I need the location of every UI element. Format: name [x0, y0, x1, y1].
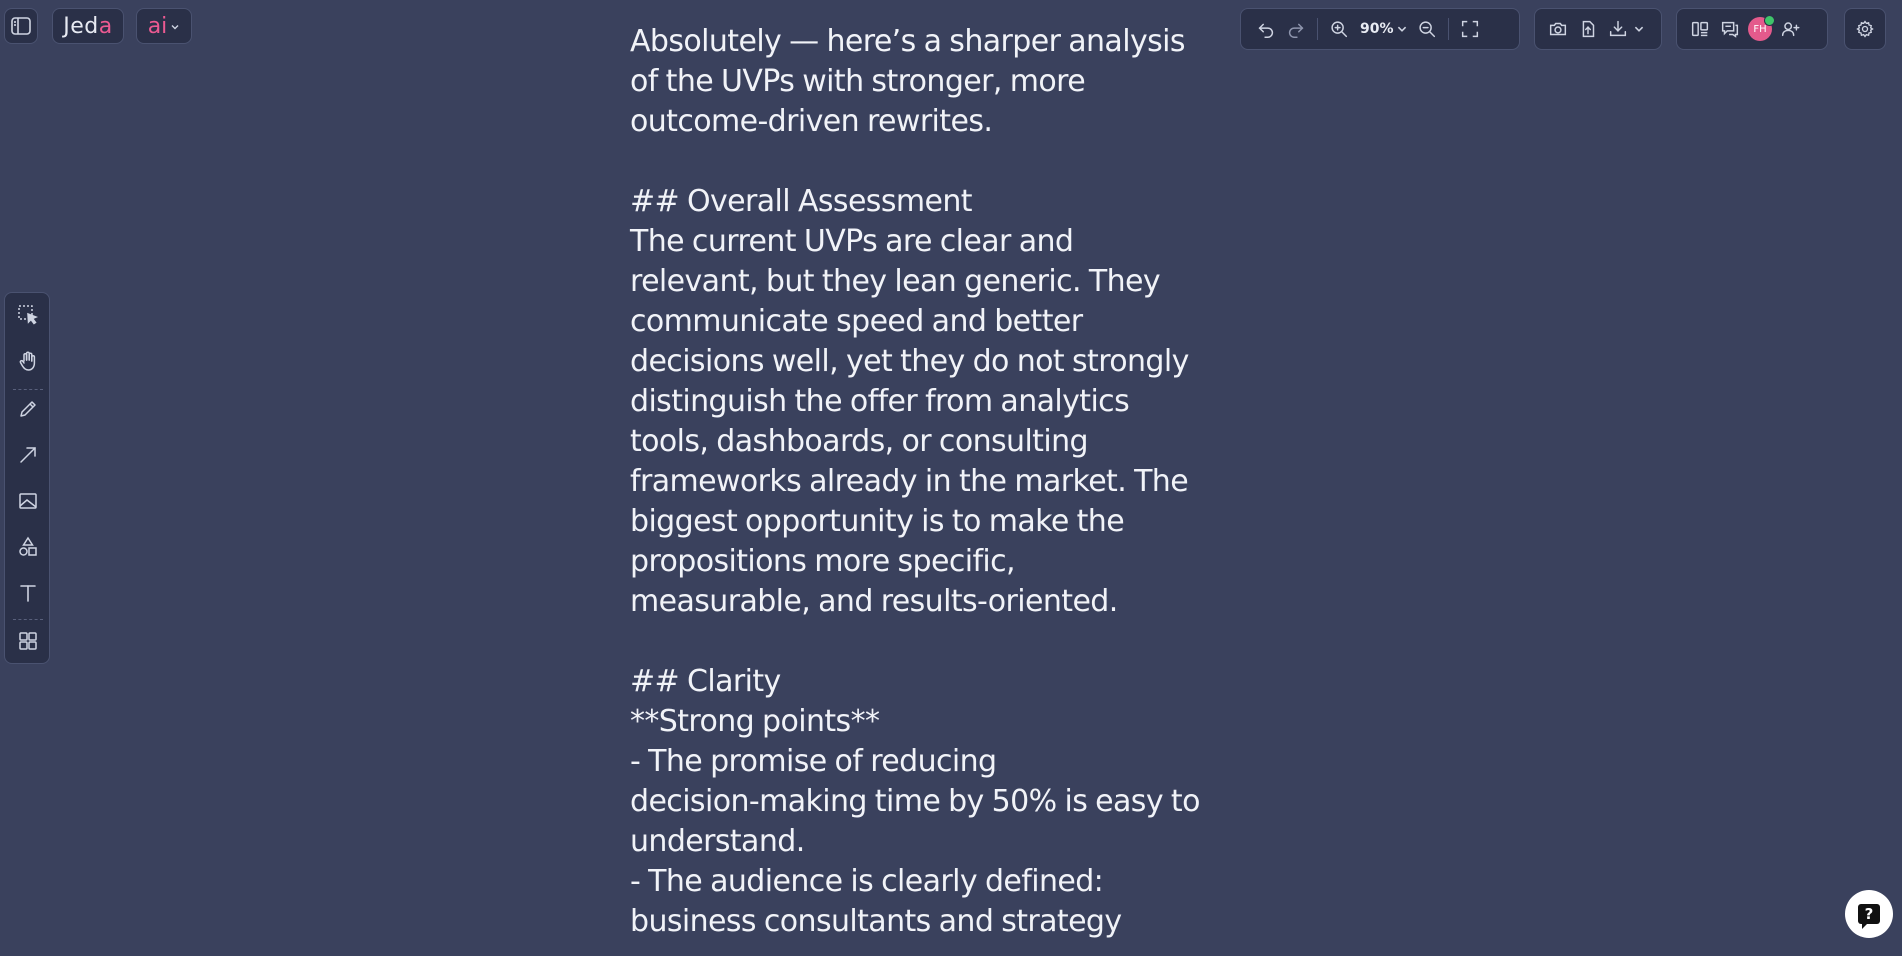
comments-icon[interactable]: [1715, 14, 1745, 44]
text-line: - The audience is clearly defined:: [630, 864, 1104, 899]
settings-button[interactable]: [1844, 8, 1886, 50]
sidebar-toggle-icon: [6, 11, 36, 41]
shapes-icon[interactable]: [12, 531, 44, 563]
text-line: relevant, but they lean generic. They: [630, 264, 1161, 299]
help-label: ?: [1864, 905, 1874, 923]
text-line: communicate speed and better: [630, 304, 1083, 339]
ai-label: ai: [147, 13, 168, 39]
history-zoom-toolbar: 90%: [1240, 8, 1520, 50]
ai-menu-button[interactable]: ai: [136, 8, 192, 44]
redo-icon[interactable]: [1281, 14, 1311, 44]
text-line: frameworks already in the market. The: [630, 464, 1189, 499]
toolbar-divider: [1447, 18, 1449, 40]
logo-accent: a: [98, 13, 113, 39]
undo-icon[interactable]: [1251, 14, 1281, 44]
text-line: **Strong points**: [630, 704, 880, 739]
logo-main: Jed: [63, 13, 99, 39]
text-line: - The promise of reducing: [630, 744, 997, 779]
chevron-down-icon[interactable]: [1396, 23, 1408, 35]
text-line: decisions well, yet they do not strongly: [630, 344, 1189, 379]
camera-icon[interactable]: [1543, 14, 1573, 44]
text-line: biggest opportunity is to make the: [630, 504, 1125, 539]
zoom-out-icon[interactable]: [1412, 14, 1442, 44]
templates-icon[interactable]: [12, 625, 44, 657]
logo-text: Jeda: [63, 14, 112, 39]
avatar[interactable]: FH: [1748, 15, 1775, 41]
zoom-level[interactable]: 90%: [1360, 21, 1394, 37]
download-icon[interactable]: [1603, 14, 1633, 44]
text-line: Absolutely — here’s a sharper analysis: [630, 24, 1186, 59]
text-line: business consultants and strategy: [630, 904, 1122, 939]
tool-rail: [4, 292, 50, 664]
share-icon[interactable]: [1573, 14, 1603, 44]
arrow-icon[interactable]: [12, 439, 44, 471]
text-line: The current UVPs are clear and: [630, 224, 1074, 259]
layout-icon[interactable]: [1685, 14, 1715, 44]
text-line: measurable, and results-oriented.: [630, 584, 1118, 619]
text-line: tools, dashboards, or consulting: [630, 424, 1089, 459]
collaboration-toolbar: FH: [1676, 8, 1828, 50]
hand-icon[interactable]: [12, 345, 44, 377]
help-button[interactable]: ?: [1845, 890, 1893, 938]
text-line: distinguish the offer from analytics: [630, 384, 1130, 419]
text-line: ## Clarity: [630, 664, 781, 699]
text-block[interactable]: Absolutely — here’s a sharper analysis of…: [630, 22, 1210, 942]
zoom-in-icon[interactable]: [1324, 14, 1354, 44]
text-icon[interactable]: [12, 577, 44, 609]
gear-icon: [1850, 14, 1880, 44]
pencil-icon[interactable]: [12, 393, 44, 425]
image-icon[interactable]: [12, 485, 44, 517]
app-logo[interactable]: Jeda: [52, 8, 124, 44]
sidebar-toggle-button[interactable]: [4, 8, 38, 44]
online-status-dot: [1764, 15, 1775, 26]
tool-divider: [13, 619, 43, 620]
text-line: decision-making time by 50% is easy to: [630, 784, 1200, 819]
text-line: understand.: [630, 824, 805, 859]
text-line: propositions more specific,: [630, 544, 1016, 579]
select-icon[interactable]: [12, 299, 44, 331]
chevron-down-icon[interactable]: [1633, 23, 1645, 35]
whiteboard-canvas[interactable]: Jeda ai 90% FH Absolutely — here’s a sha…: [0, 0, 1902, 956]
toolbar-divider: [1317, 18, 1318, 40]
add-user-icon[interactable]: [1775, 14, 1805, 44]
export-toolbar: [1534, 8, 1662, 50]
chevron-down-icon: [170, 17, 180, 36]
text-line: outcome-driven rewrites.: [630, 104, 993, 139]
text-line: ## Overall Assessment: [630, 184, 973, 219]
help-icon: ?: [1858, 904, 1880, 929]
tool-divider: [13, 389, 43, 390]
fit-screen-icon[interactable]: [1455, 14, 1485, 44]
text-line: of the UVPs with stronger, more: [630, 64, 1086, 99]
avatar-initials: FH: [1753, 23, 1767, 35]
